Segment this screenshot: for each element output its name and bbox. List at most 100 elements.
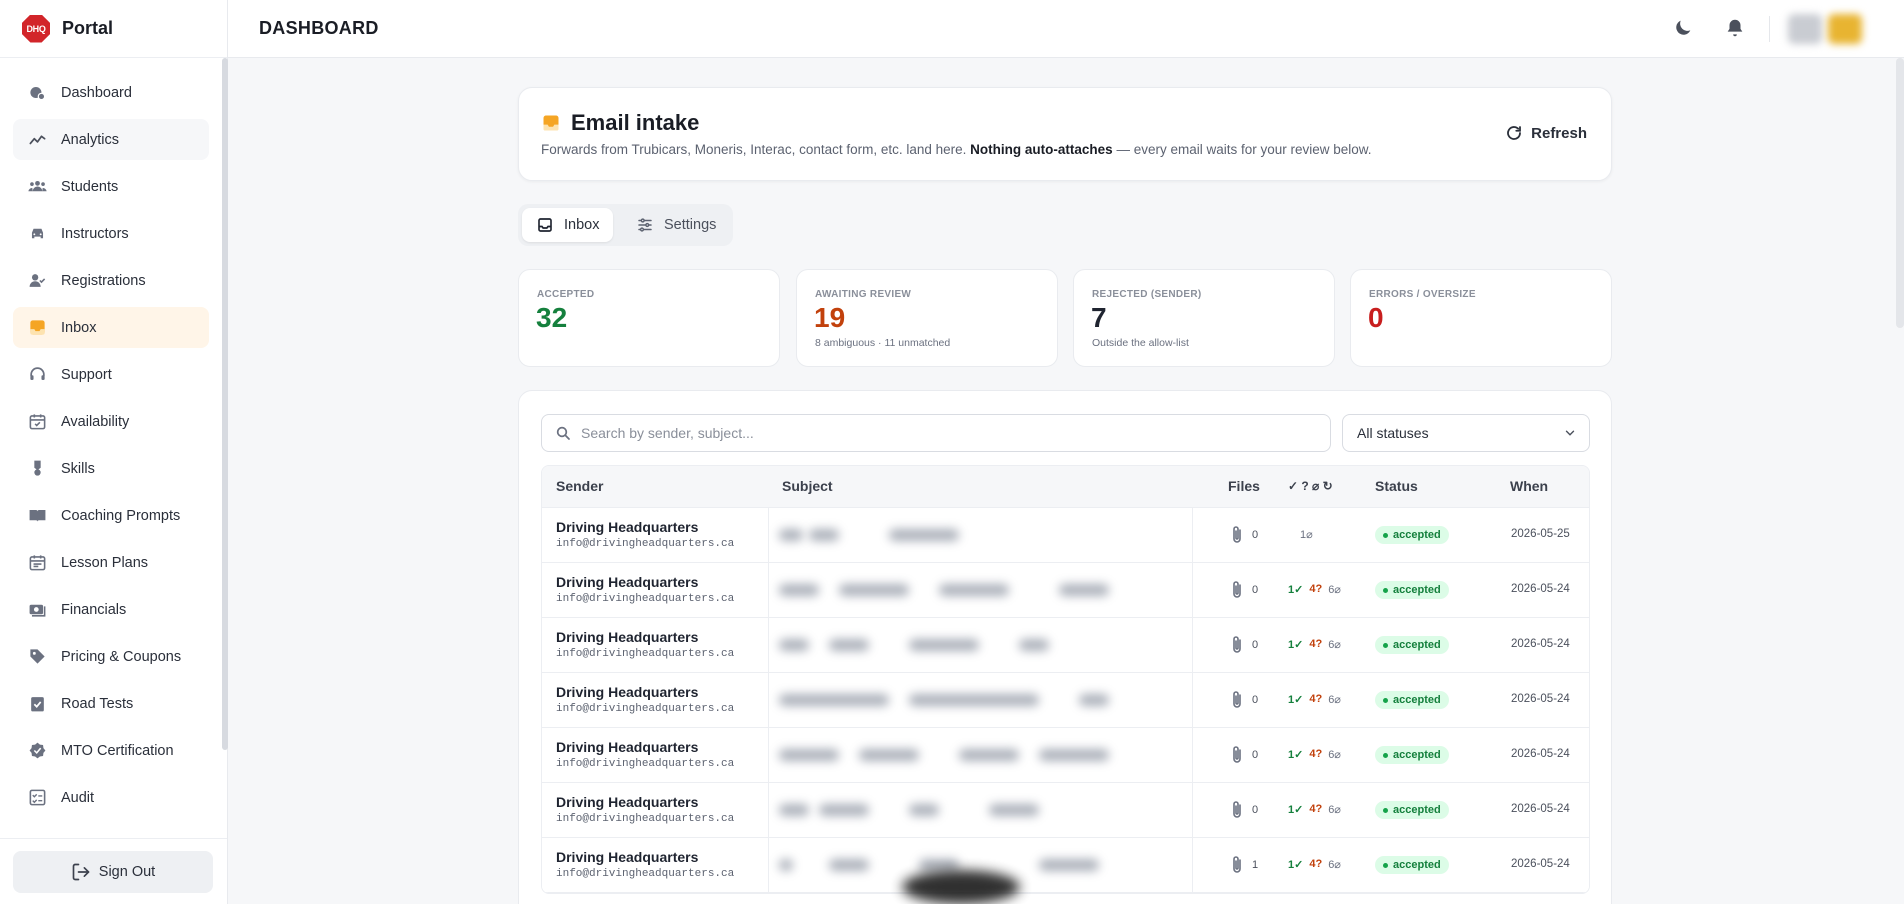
- redacted-subject: [939, 584, 1009, 596]
- sidebar-item-availability[interactable]: Availability: [13, 401, 209, 442]
- sidebar-item-pricing-coupons[interactable]: Pricing & Coupons: [13, 636, 209, 677]
- status-filter-select[interactable]: All statuses: [1342, 414, 1590, 452]
- sidebar-item-label: Registrations: [61, 272, 146, 289]
- sender-email: info@drivingheadquarters.ca: [556, 813, 735, 825]
- redacted-subject: [909, 694, 1039, 706]
- money-icon: [27, 600, 47, 620]
- count-ambiguous: 4?: [1309, 583, 1323, 595]
- stat-label: ERRORS / OVERSIZE: [1369, 289, 1476, 300]
- sidebar-footer: Sign Out: [0, 838, 227, 904]
- col-when[interactable]: When: [1510, 478, 1548, 494]
- sidebar-item-mto-certification[interactable]: MTO Certification: [13, 730, 209, 771]
- sender-email: info@drivingheadquarters.ca: [556, 758, 735, 770]
- sender-name: Driving Headquarters: [556, 519, 699, 535]
- redacted-subject: [959, 749, 1019, 761]
- status-badge: accepted: [1375, 581, 1449, 599]
- files-cell: 0: [1230, 525, 1258, 545]
- files-cell: 1: [1230, 855, 1258, 875]
- stat-card-awaiting-review: AWAITING REVIEW 19 8 ambiguous · 11 unmatc…: [796, 269, 1058, 367]
- sidebar-item-lesson-plans[interactable]: Lesson Plans: [13, 542, 209, 583]
- sidebar-item-label: Support: [61, 366, 112, 383]
- table-row[interactable]: Driving Headquarters info@drivingheadquar…: [542, 563, 1589, 618]
- paperclip-icon: [1233, 636, 1241, 653]
- calendar-icon: [27, 553, 47, 573]
- sidebar-item-label: Lesson Plans: [61, 554, 149, 571]
- count-ambiguous: 4?: [1309, 748, 1323, 760]
- counts-cell: 1✓ 4? 6⌀: [1288, 803, 1341, 816]
- email-intake-card: Email intake Forwards from Trubicars, Mo…: [518, 87, 1612, 181]
- col-counts[interactable]: ✓ ? ⌀ ↻: [1288, 479, 1333, 493]
- sidebar-item-analytics[interactable]: Analytics: [13, 119, 209, 160]
- col-files[interactable]: Files: [1228, 478, 1260, 494]
- page-title: DASHBOARD: [259, 18, 379, 38]
- sign-out-button[interactable]: Sign Out: [13, 851, 213, 893]
- paperclip-icon: [1233, 691, 1241, 708]
- sidebar-item-skills[interactable]: Skills: [13, 448, 209, 489]
- sidebar-item-instructors[interactable]: Instructors: [13, 213, 209, 254]
- refresh-button[interactable]: Refresh: [1505, 124, 1587, 142]
- sidebar-item-dashboard[interactable]: Dashboard: [13, 72, 209, 113]
- sidebar-item-label: Financials: [61, 601, 127, 618]
- sidebar-item-audit[interactable]: Audit: [13, 777, 209, 818]
- sidebar-item-road-tests[interactable]: Road Tests: [13, 683, 209, 724]
- count-ignored: 6⌀: [1328, 859, 1341, 871]
- redacted-subject: [819, 804, 869, 816]
- avatar[interactable]: [1828, 14, 1862, 44]
- redacted-subject: [829, 639, 869, 651]
- sender-name: Driving Headquarters: [556, 629, 699, 645]
- count-ignored: 6⌀: [1328, 639, 1341, 651]
- book-icon: [27, 506, 47, 526]
- count-ambiguous: 4?: [1309, 803, 1323, 815]
- sidebar-item-label: Analytics: [61, 131, 120, 148]
- sender-email: info@drivingheadquarters.ca: [556, 648, 735, 660]
- files-cell: 0: [1230, 635, 1258, 655]
- dark-mode-icon[interactable]: [1672, 17, 1694, 39]
- table-row[interactable]: Driving Headquarters info@drivingheadquar…: [542, 508, 1589, 563]
- table-row[interactable]: Driving Headquarters info@drivingheadquar…: [542, 673, 1589, 728]
- count-accepted: 1✓: [1288, 804, 1304, 816]
- search-input[interactable]: Search by sender, subject...: [541, 414, 1331, 452]
- sidebar-item-students[interactable]: Students: [13, 166, 209, 207]
- sidebar-scrollbar[interactable]: [222, 58, 228, 750]
- status-badge: accepted: [1375, 801, 1449, 819]
- tab-settings[interactable]: Settings: [622, 208, 730, 242]
- page-scrollbar[interactable]: [1896, 58, 1904, 328]
- sender-name: Driving Headquarters: [556, 794, 699, 810]
- redacted-subject: [1059, 584, 1109, 596]
- stat-value: 32: [536, 302, 568, 333]
- files-count: 1: [1252, 859, 1259, 871]
- sidebar-item-admin-documents[interactable]: Admin Documents: [13, 824, 209, 834]
- tab-inbox[interactable]: Inbox: [522, 208, 614, 242]
- table-row[interactable]: Driving Headquarters info@drivingheadquar…: [542, 838, 1589, 893]
- subject-cell: [768, 563, 1193, 617]
- redacted-subject: [829, 859, 869, 871]
- table-row[interactable]: Driving Headquarters info@drivingheadquar…: [542, 783, 1589, 838]
- table-row[interactable]: Driving Headquarters info@drivingheadquar…: [542, 728, 1589, 783]
- sidebar-item-support[interactable]: Support: [13, 354, 209, 395]
- col-subject[interactable]: Subject: [782, 478, 833, 494]
- sidebar-item-financials[interactable]: Financials: [13, 589, 209, 630]
- files-count: 0: [1252, 694, 1259, 706]
- students-icon: [27, 177, 47, 197]
- intake-desc-bold: Nothing auto-attaches: [970, 142, 1113, 157]
- col-status[interactable]: Status: [1375, 478, 1418, 494]
- intake-title: Email intake: [541, 110, 699, 136]
- subject-cell: [768, 783, 1193, 837]
- badge-check-icon: [27, 741, 47, 761]
- files-cell: 0: [1230, 800, 1258, 820]
- subject-cell: [768, 673, 1193, 727]
- sidebar-item-inbox[interactable]: Inbox: [13, 307, 209, 348]
- sidebar-item-coaching-prompts[interactable]: Coaching Prompts: [13, 495, 209, 536]
- status-badge: accepted: [1375, 746, 1449, 764]
- brand[interactable]: DHQ Portal: [0, 0, 227, 58]
- table-row[interactable]: Driving Headquarters info@drivingheadquar…: [542, 618, 1589, 673]
- sidebar-item-registrations[interactable]: Registrations: [13, 260, 209, 301]
- files-count: 0: [1252, 584, 1259, 596]
- redacted-subject: [909, 804, 939, 816]
- tab-bar: Inbox Settings: [518, 204, 733, 246]
- inbox-icon: [27, 318, 47, 338]
- stat-label: REJECTED (SENDER): [1092, 289, 1202, 300]
- col-sender[interactable]: Sender: [556, 478, 603, 494]
- count-ambiguous: 4?: [1309, 638, 1323, 650]
- bell-icon[interactable]: [1724, 17, 1746, 39]
